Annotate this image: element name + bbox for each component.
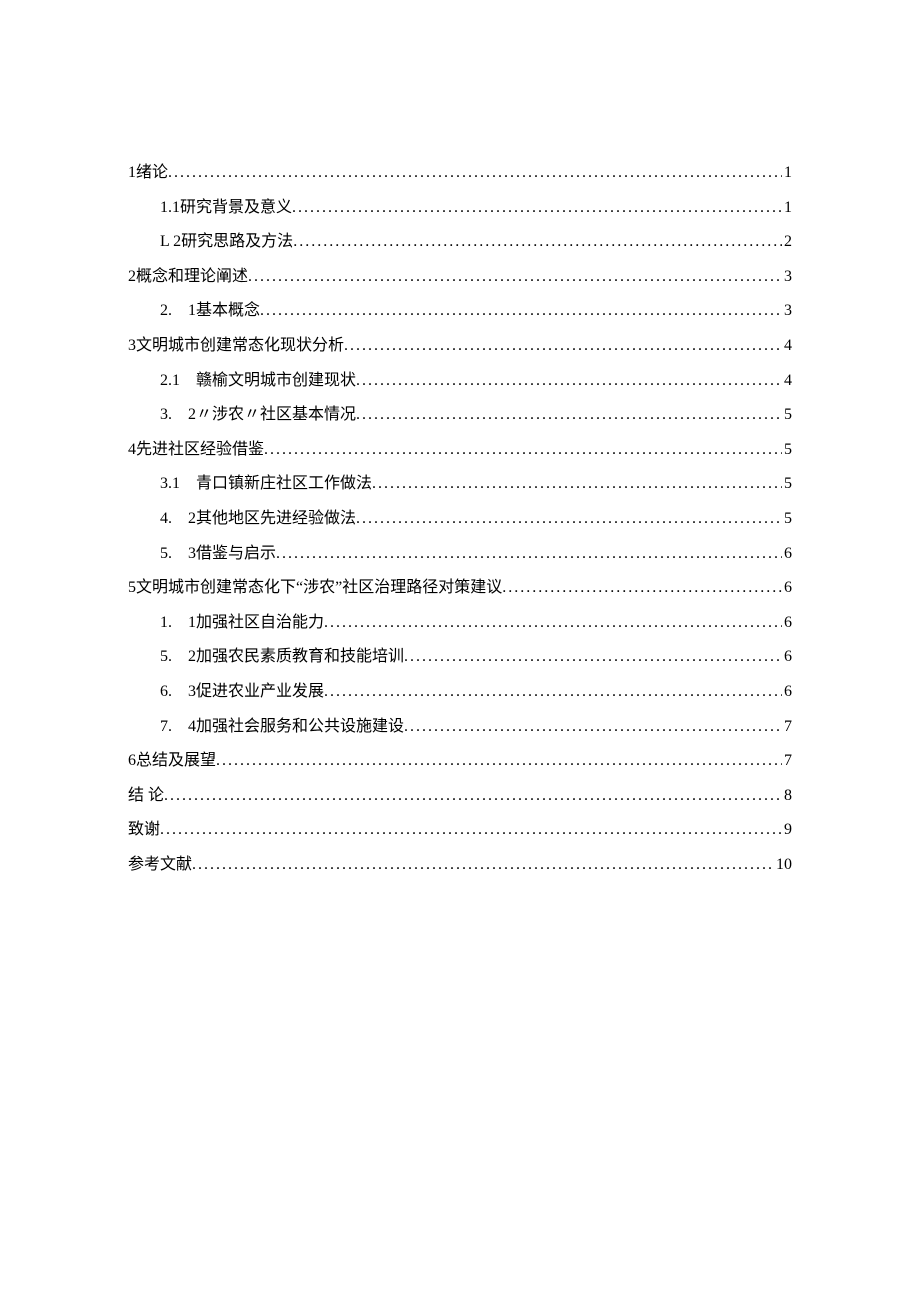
toc-leader-dots bbox=[324, 679, 782, 705]
toc-label: 5. 2加强农民素质教育和技能培训 bbox=[160, 644, 404, 670]
toc-entry: 4先进社区经验借鉴 5 bbox=[128, 437, 792, 463]
toc-entry: 1. 1加强社区自治能力 6 bbox=[128, 610, 792, 636]
toc-entry: 3. 2〃涉农〃社区基本情况 5 bbox=[128, 402, 792, 428]
toc-page-number: 5 bbox=[782, 471, 792, 497]
toc-label: 结 论 bbox=[128, 783, 164, 809]
toc-entry: 结 论 8 bbox=[128, 783, 792, 809]
toc-label: 3. 2〃涉农〃社区基本情况 bbox=[160, 402, 356, 428]
toc-leader-dots bbox=[344, 333, 782, 359]
toc-leader-dots bbox=[404, 644, 782, 670]
toc-entry: 5文明城市创建常态化下“涉农”社区治理路径对策建议 6 bbox=[128, 575, 792, 601]
toc-leader-dots bbox=[264, 437, 782, 463]
toc-page-number: 6 bbox=[782, 644, 792, 670]
toc-page-number: 5 bbox=[782, 402, 792, 428]
toc-leader-dots bbox=[356, 402, 782, 428]
toc-leader-dots bbox=[293, 229, 782, 255]
toc-label: 6总结及展望 bbox=[128, 748, 216, 774]
toc-page-number: 4 bbox=[782, 368, 792, 394]
toc-label: 1绪论 bbox=[128, 160, 168, 186]
toc-label: 致谢 bbox=[128, 817, 160, 843]
toc-leader-dots bbox=[502, 575, 782, 601]
toc-label: 5文明城市创建常态化下“涉农”社区治理路径对策建议 bbox=[128, 575, 502, 601]
toc-entry: 5. 2加强农民素质教育和技能培训 6 bbox=[128, 644, 792, 670]
toc-page-number: 6 bbox=[782, 610, 792, 636]
toc-entry: 1绪论 1 bbox=[128, 160, 792, 186]
toc-leader-dots bbox=[160, 817, 782, 843]
document-page: 1绪论 1 1.1研究背景及意义 1 L 2研究思路及方法 2 2概念和理论阐述… bbox=[0, 0, 920, 1301]
toc-label: 参考文献 bbox=[128, 852, 192, 878]
toc-page-number: 6 bbox=[782, 541, 792, 567]
toc-leader-dots bbox=[248, 264, 782, 290]
toc-entry: 2. 1基本概念 3 bbox=[128, 298, 792, 324]
toc-leader-dots bbox=[356, 368, 782, 394]
toc-page-number: 4 bbox=[782, 333, 792, 359]
toc-leader-dots bbox=[324, 610, 782, 636]
toc-entry: 3文明城市创建常态化现状分析 4 bbox=[128, 333, 792, 359]
toc-label: 1.1研究背景及意义 bbox=[160, 195, 292, 221]
toc-leader-dots bbox=[276, 541, 782, 567]
toc-leader-dots bbox=[404, 714, 782, 740]
toc-entry: 3.1 青口镇新庄社区工作做法 5 bbox=[128, 471, 792, 497]
toc-label: 2.1 赣榆文明城市创建现状 bbox=[160, 368, 356, 394]
toc-label: 2概念和理论阐述 bbox=[128, 264, 248, 290]
toc-label: 3.1 青口镇新庄社区工作做法 bbox=[160, 471, 372, 497]
toc-page-number: 7 bbox=[782, 714, 792, 740]
toc-label: 4. 2其他地区先进经验做法 bbox=[160, 506, 356, 532]
toc-leader-dots bbox=[292, 195, 782, 221]
toc-leader-dots bbox=[356, 506, 782, 532]
toc-entry: 4. 2其他地区先进经验做法 5 bbox=[128, 506, 792, 532]
toc-label: L 2研究思路及方法 bbox=[160, 229, 293, 255]
toc-entry: 7. 4加强社会服务和公共设施建设 7 bbox=[128, 714, 792, 740]
toc-label: 4先进社区经验借鉴 bbox=[128, 437, 264, 463]
toc-page-number: 5 bbox=[782, 437, 792, 463]
toc-entry: L 2研究思路及方法 2 bbox=[128, 229, 792, 255]
toc-leader-dots bbox=[260, 298, 782, 324]
toc-page-number: 6 bbox=[782, 575, 792, 601]
toc-page-number: 10 bbox=[774, 852, 792, 878]
toc-page-number: 2 bbox=[782, 229, 792, 255]
toc-page-number: 9 bbox=[782, 817, 792, 843]
toc-entry: 1.1研究背景及意义 1 bbox=[128, 195, 792, 221]
toc-label: 6. 3促进农业产业发展 bbox=[160, 679, 324, 705]
toc-entry: 2概念和理论阐述 3 bbox=[128, 264, 792, 290]
toc-page-number: 3 bbox=[782, 264, 792, 290]
toc-page-number: 8 bbox=[782, 783, 792, 809]
toc-label: 7. 4加强社会服务和公共设施建设 bbox=[160, 714, 404, 740]
toc-label: 2. 1基本概念 bbox=[160, 298, 260, 324]
toc-leader-dots bbox=[216, 748, 782, 774]
toc-entry: 参考文献 10 bbox=[128, 852, 792, 878]
toc-page-number: 5 bbox=[782, 506, 792, 532]
toc-leader-dots bbox=[372, 471, 782, 497]
toc-page-number: 6 bbox=[782, 679, 792, 705]
toc-page-number: 7 bbox=[782, 748, 792, 774]
toc-leader-dots bbox=[164, 783, 782, 809]
toc-leader-dots bbox=[168, 160, 782, 186]
toc-entry: 2.1 赣榆文明城市创建现状 4 bbox=[128, 368, 792, 394]
table-of-contents: 1绪论 1 1.1研究背景及意义 1 L 2研究思路及方法 2 2概念和理论阐述… bbox=[128, 160, 792, 877]
toc-entry: 6总结及展望 7 bbox=[128, 748, 792, 774]
toc-page-number: 1 bbox=[782, 195, 792, 221]
toc-page-number: 1 bbox=[782, 160, 792, 186]
toc-entry: 6. 3促进农业产业发展 6 bbox=[128, 679, 792, 705]
toc-page-number: 3 bbox=[782, 298, 792, 324]
toc-label: 1. 1加强社区自治能力 bbox=[160, 610, 324, 636]
toc-entry: 致谢 9 bbox=[128, 817, 792, 843]
toc-label: 3文明城市创建常态化现状分析 bbox=[128, 333, 344, 359]
toc-leader-dots bbox=[192, 852, 774, 878]
toc-label: 5. 3借鉴与启示 bbox=[160, 541, 276, 567]
toc-entry: 5. 3借鉴与启示 6 bbox=[128, 541, 792, 567]
